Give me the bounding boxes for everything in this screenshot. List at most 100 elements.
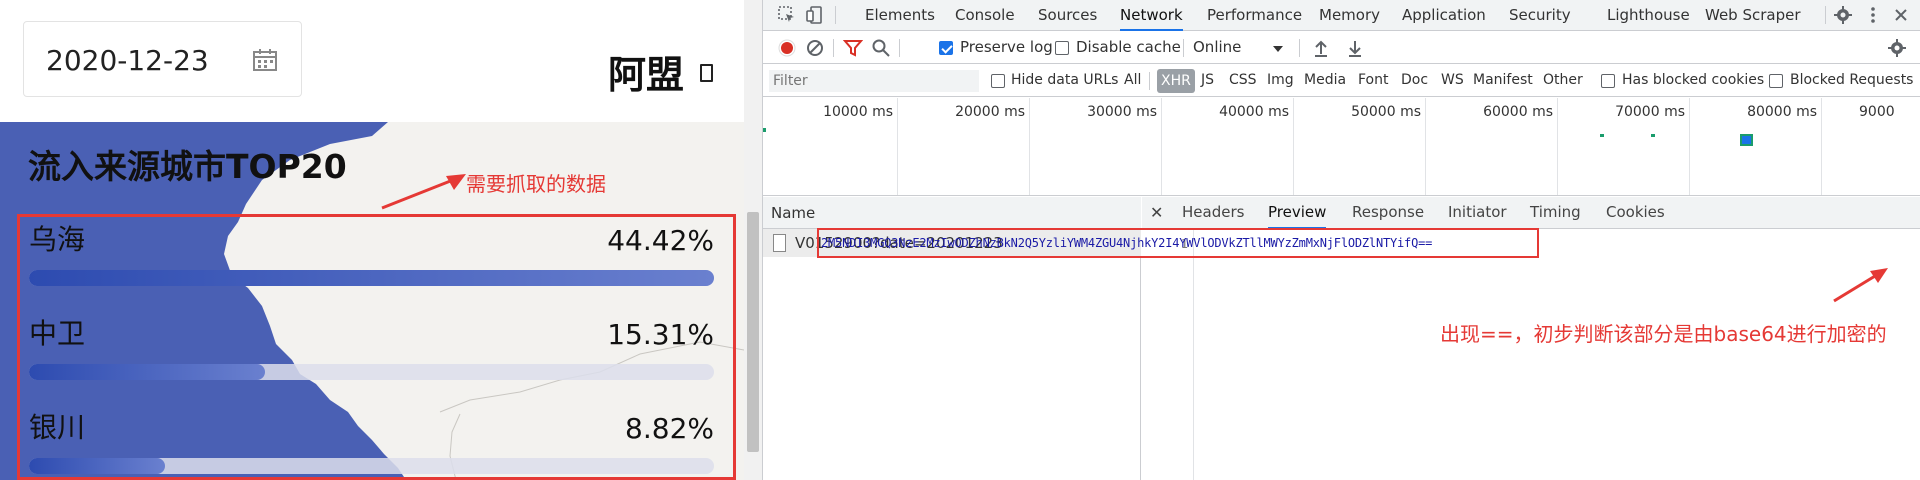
- date-picker-value: 2020-12-23: [46, 44, 209, 77]
- city-name: 乌海: [29, 223, 86, 256]
- has-blocked-cookies-label: Has blocked cookies: [1622, 72, 1765, 88]
- timeline-tick: 70000 ms: [1615, 104, 1685, 120]
- blocked-requests-label: Blocked Requests: [1790, 72, 1914, 88]
- tab-performance[interactable]: Performance: [1207, 0, 1302, 31]
- clear-icon[interactable]: [805, 38, 825, 58]
- tab-memory[interactable]: Memory: [1319, 0, 1380, 31]
- line-gutter: 1: [1142, 229, 1194, 480]
- filter-type-js[interactable]: JS: [1201, 72, 1214, 88]
- filter-type-media[interactable]: Media: [1304, 72, 1346, 88]
- inspect-element-icon[interactable]: [777, 5, 797, 25]
- progress-fill: [29, 270, 714, 286]
- preserve-log-checkbox[interactable]: [939, 41, 953, 55]
- filter-type-manifest[interactable]: Manifest: [1473, 72, 1533, 88]
- screenshot-root: 2020-12-23 阿盟 流入来源城市TOP20 需要抓取的数据 乌海 44.…: [0, 0, 1920, 480]
- progress-fill: [29, 364, 266, 380]
- network-toolbar: Preserve log Disable cache Online: [763, 32, 1920, 64]
- close-icon[interactable]: [1891, 5, 1911, 25]
- timeline-tick: 80000 ms: [1747, 104, 1817, 120]
- gear-icon[interactable]: [1833, 5, 1853, 25]
- city-name: 银川: [29, 411, 86, 444]
- name-column-header[interactable]: Name: [763, 197, 1141, 229]
- tab-security[interactable]: Security: [1509, 0, 1571, 31]
- throttle-select[interactable]: Online: [1193, 38, 1241, 56]
- city-percent: 44.42%: [607, 224, 714, 257]
- filter-bar: Hide data URLs All XHR JS CSS Img Media …: [763, 65, 1920, 97]
- filter-type-all[interactable]: All: [1124, 72, 1141, 88]
- tab-console[interactable]: Console: [955, 0, 1015, 31]
- more-options-icon[interactable]: [1863, 5, 1883, 25]
- tab-response[interactable]: Response: [1352, 197, 1424, 229]
- export-har-icon[interactable]: [1345, 38, 1365, 58]
- map-section: 流入来源城市TOP20 需要抓取的数据 乌海 44.42% 中卫 15.31%: [0, 122, 744, 480]
- city-percent: 15.31%: [607, 318, 714, 351]
- chevron-down-icon[interactable]: [1271, 44, 1285, 54]
- tab-headers[interactable]: Headers: [1182, 197, 1244, 229]
- tab-initiator[interactable]: Initiator: [1448, 197, 1507, 229]
- detail-tabbar: ✕ Headers Preview Response Initiator Tim…: [1142, 197, 1920, 229]
- hide-data-urls-checkbox[interactable]: [991, 74, 1005, 88]
- annotation-label: 需要抓取的数据: [466, 172, 606, 196]
- progress-track: [29, 364, 714, 380]
- city-name: 中卫: [29, 317, 86, 350]
- import-har-icon[interactable]: [1311, 38, 1331, 58]
- tab-preview[interactable]: Preview: [1268, 197, 1327, 229]
- filter-type-ws[interactable]: WS: [1441, 72, 1464, 88]
- annotation-label: 出现==，初步判断该部分是由base64进行加密的: [1440, 322, 1887, 346]
- response-content[interactable]: 2M5NDI3MGQ3NzE2MzIwODZhNzBkN2Q5YzliYWM4Z…: [821, 236, 1432, 250]
- disable-cache-label: Disable cache: [1076, 38, 1181, 56]
- tab-lighthouse[interactable]: Lighthouse: [1607, 0, 1690, 31]
- filter-type-other[interactable]: Other: [1543, 72, 1583, 88]
- filter-type-css[interactable]: CSS: [1229, 72, 1257, 88]
- response-highlight-box: 2M5NDI3MGQ3NzE2MzIwODZhNzBkN2Q5YzliYWM4Z…: [817, 228, 1539, 258]
- document-icon: [773, 234, 786, 252]
- network-settings-icon[interactable]: [1887, 38, 1907, 58]
- filter-icon[interactable]: [843, 38, 863, 58]
- timeline-tick: 10000 ms: [823, 104, 893, 120]
- date-picker[interactable]: 2020-12-23: [23, 21, 302, 97]
- section-title: 流入来源城市TOP20: [28, 147, 347, 186]
- missing-glyph-icon: [700, 64, 713, 82]
- timeline-tick: 60000 ms: [1483, 104, 1553, 120]
- timeline-tick: 9000: [1859, 104, 1895, 120]
- close-icon[interactable]: ✕: [1150, 203, 1163, 222]
- city-percent: 8.82%: [625, 412, 714, 445]
- devtools-panel: Elements Console Sources Network Perform…: [762, 0, 1920, 480]
- progress-track: [29, 458, 714, 474]
- region-title: 阿盟: [608, 53, 685, 97]
- progress-track: [29, 270, 714, 286]
- webpage-panel: 2020-12-23 阿盟 流入来源城市TOP20 需要抓取的数据 乌海 44.…: [0, 0, 762, 480]
- annotation-arrow: [381, 174, 466, 210]
- device-toggle-icon[interactable]: [805, 5, 825, 25]
- progress-fill: [29, 458, 166, 474]
- timeline-tick: 50000 ms: [1351, 104, 1421, 120]
- filter-type-font[interactable]: Font: [1358, 72, 1388, 88]
- has-blocked-cookies-checkbox[interactable]: [1601, 74, 1615, 88]
- preserve-log-label: Preserve log: [960, 38, 1053, 56]
- scroll-thumb[interactable]: [747, 212, 759, 452]
- devtools-tabbar: Elements Console Sources Network Perform…: [763, 0, 1920, 31]
- timeline-tick: 30000 ms: [1087, 104, 1157, 120]
- tab-sources[interactable]: Sources: [1038, 0, 1097, 31]
- calendar-icon[interactable]: [252, 48, 278, 72]
- filter-type-doc[interactable]: Doc: [1401, 72, 1428, 88]
- tab-web-scraper[interactable]: Web Scraper: [1705, 0, 1801, 31]
- annotation-arrow: [1833, 268, 1888, 303]
- network-overview[interactable]: 10000 ms 20000 ms 30000 ms 40000 ms 5000…: [763, 98, 1920, 196]
- record-icon[interactable]: [777, 38, 797, 58]
- timeline-tick: 20000 ms: [955, 104, 1025, 120]
- filter-type-img[interactable]: Img: [1267, 72, 1294, 88]
- filter-type-xhr[interactable]: XHR: [1157, 69, 1195, 93]
- tab-timing[interactable]: Timing: [1530, 197, 1581, 229]
- blocked-requests-checkbox[interactable]: [1769, 74, 1783, 88]
- filter-input[interactable]: [769, 70, 979, 92]
- search-icon[interactable]: [871, 38, 891, 58]
- tab-cookies[interactable]: Cookies: [1606, 197, 1665, 229]
- hide-data-urls-label: Hide data URLs: [1011, 72, 1119, 88]
- tab-elements[interactable]: Elements: [865, 0, 935, 31]
- disable-cache-checkbox[interactable]: [1055, 41, 1069, 55]
- tab-network[interactable]: Network: [1120, 0, 1183, 31]
- page-scrollbar[interactable]: [744, 0, 762, 480]
- tab-application[interactable]: Application: [1402, 0, 1486, 31]
- timeline-tick: 40000 ms: [1219, 104, 1289, 120]
